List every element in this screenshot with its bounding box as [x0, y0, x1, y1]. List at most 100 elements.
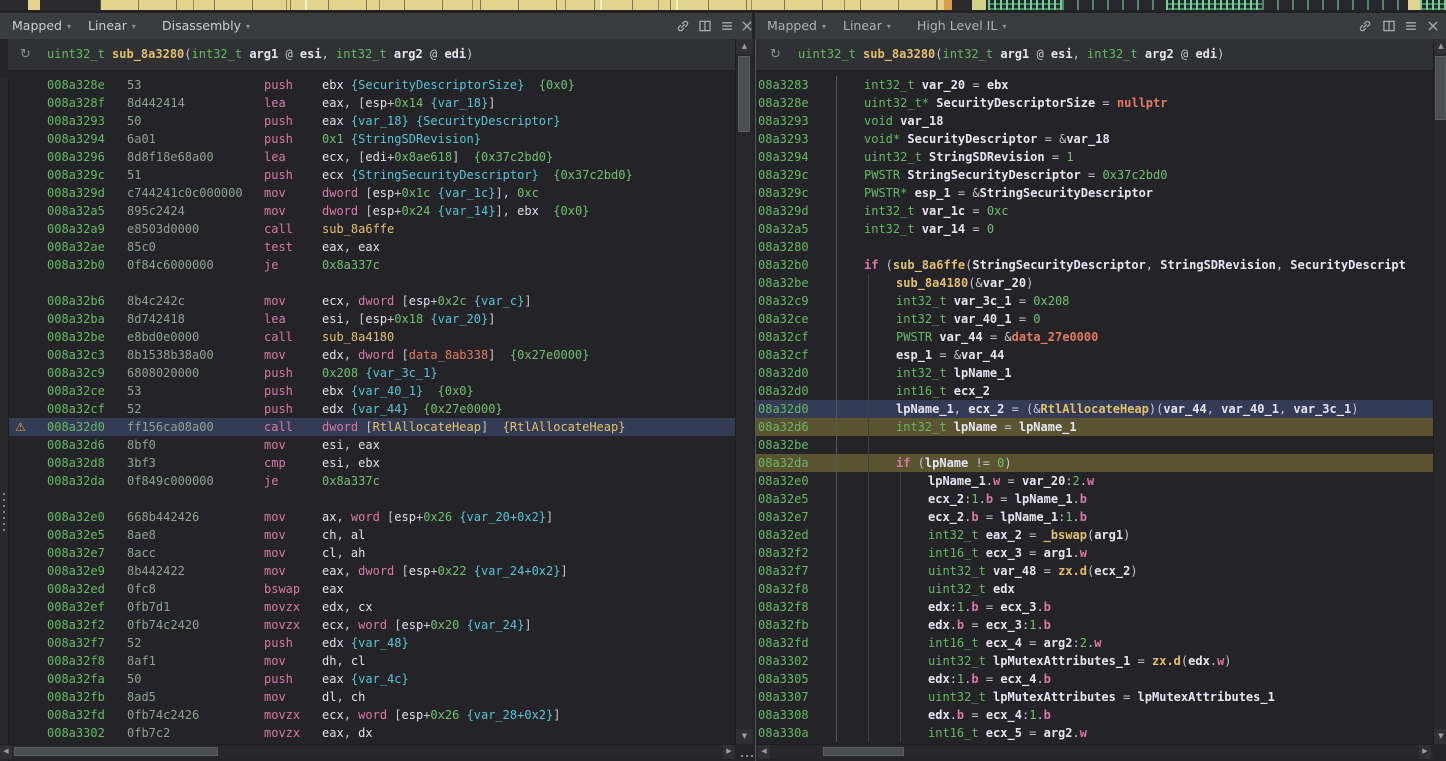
hlil-row[interactable]: 08a3305edx:1.b = ecx_4.b — [756, 670, 1433, 688]
disasm-row[interactable]: 008a32f88af1movdh, cl — [8, 652, 735, 670]
disasm-row[interactable]: 008a32b68b4c242cmovecx, dword [esp+0x2c … — [8, 292, 735, 310]
scroll-up-button[interactable]: ▲ — [736, 39, 753, 54]
hlil-row[interactable]: 08a3283int32_t var_20 = ebx — [756, 76, 1433, 94]
disasm-row[interactable] — [8, 490, 735, 508]
hlil-row[interactable]: 08a329cPWSTR StringSecurityDescriptor = … — [756, 166, 1433, 184]
split-pane-icon[interactable] — [1382, 19, 1396, 33]
hlil-row[interactable]: 08a32be — [756, 436, 1433, 454]
menu-icon[interactable] — [1404, 19, 1418, 33]
disasm-row[interactable]: 008a32cf52pushedx {var_44} {0x27e0000} — [8, 400, 735, 418]
hlil-row[interactable]: 08a32fbedx.b = ecx_3:1.b — [756, 616, 1433, 634]
disasm-row[interactable]: 008a329dc744241c0c000000movdword [esp+0x… — [8, 184, 735, 202]
horizontal-scrollbar-handle[interactable] — [823, 747, 904, 756]
disasm-row[interactable]: 008a32e78accmovcl, ah — [8, 544, 735, 562]
scroll-left-button[interactable]: ◀ — [758, 745, 770, 759]
scroll-right-button[interactable]: ▶ — [723, 745, 735, 759]
hlil-row[interactable]: 08a32b0if (sub_8a6ffe(StringSecurityDesc… — [756, 256, 1433, 274]
hlil-row[interactable]: 08a32cfesp_1 = &var_44 — [756, 346, 1433, 364]
disasm-row[interactable]: 008a32ce53pushebx {var_40_1} {0x0} — [8, 382, 735, 400]
hlil-row[interactable]: 08a3293void var_18 — [756, 112, 1433, 130]
hlil-row[interactable]: 08a32c9int32_t var_3c_1 = 0x208 — [756, 292, 1433, 310]
scroll-up-button[interactable]: ▲ — [1434, 39, 1446, 54]
disasm-row[interactable]: ⚠008a32d0ff156ca08a00calldword [RtlAlloc… — [8, 418, 735, 436]
hlil-row[interactable]: 08a32edint32_t eax_2 = _bswap(arg1) — [756, 526, 1433, 544]
disasm-row[interactable]: 008a32ed0fc8bswapeax — [8, 580, 735, 598]
hlil-row[interactable]: 08a3308edx.b = ecx_4:1.b — [756, 706, 1433, 724]
disasm-row[interactable]: 008a329c51pushecx {StringSecurityDescrip… — [8, 166, 735, 184]
reanalyze-icon[interactable]: ↻ — [20, 39, 31, 70]
disasm-row[interactable]: 008a32968d8f18e68a00leaecx, [edi+0x8ae61… — [8, 148, 735, 166]
horizontal-scrollbar-handle[interactable] — [14, 747, 218, 756]
hlil-row[interactable]: 08a32besub_8a4180(&var_20) — [756, 274, 1433, 292]
function-signature-row[interactable]: ↻ uint32_t sub_8a3280(int32_t arg1 @ esi… — [8, 39, 735, 71]
feature-map[interactable] — [0, 0, 1446, 10]
splitter-grip[interactable] — [741, 755, 755, 757]
disasm-row[interactable]: 008a32e0668b442426movax, word [esp+0x26 … — [8, 508, 735, 526]
hlil-row[interactable]: 08a32e0lpName_1.w = var_20:2.w — [756, 472, 1433, 490]
reanalyze-icon[interactable]: ↻ — [770, 39, 781, 70]
hlil-row[interactable]: 08a32fdint16_t ecx_4 = arg2:2.w — [756, 634, 1433, 652]
hlil-row[interactable]: 08a32d0int16_t ecx_2 — [756, 382, 1433, 400]
hlil-row[interactable]: 08a32f8edx:1.b = ecx_3.b — [756, 598, 1433, 616]
hlil-row[interactable]: 08a32a5int32_t var_14 = 0 — [756, 220, 1433, 238]
disasm-row[interactable]: 008a32e58ae8movch, al — [8, 526, 735, 544]
disasm-row[interactable]: 008a32fd0fb74c2426movzxecx, word [esp+0x… — [8, 706, 735, 724]
disasm-row[interactable]: 008a32ef0fb7d1movzxedx, cx — [8, 598, 735, 616]
hlil-row[interactable]: 08a3307uint32_t lpMutexAttributes = lpMu… — [756, 688, 1433, 706]
sync-link-icon[interactable] — [1358, 19, 1372, 33]
disasm-row[interactable]: 008a32e98b442422moveax, dword [esp+0x22 … — [8, 562, 735, 580]
il-mode-dropdown[interactable]: High Level IL▾ — [917, 13, 1006, 39]
close-icon[interactable] — [740, 19, 754, 33]
disasm-row[interactable]: 008a32c96808020000push0x208 {var_3c_1} — [8, 364, 735, 382]
scroll-down-button[interactable]: ▼ — [736, 729, 753, 744]
scroll-right-button[interactable]: ▶ — [1419, 745, 1431, 759]
hlil-row[interactable]: 08a32f2int16_t ecx_3 = arg1.w — [756, 544, 1433, 562]
scroll-left-button[interactable]: ◀ — [0, 745, 12, 759]
disasm-row[interactable]: 008a328f8d442414leaeax, [esp+0x14 {var_1… — [8, 94, 735, 112]
hlil-row[interactable]: 08a3294uint32_t StringSDRevision = 1 — [756, 148, 1433, 166]
hlil-row[interactable]: 08a329dint32_t var_1c = 0xc — [756, 202, 1433, 220]
disasm-row[interactable] — [8, 274, 735, 292]
hlil-row[interactable]: 08a32e5ecx_2:1.b = lpName_1.b — [756, 490, 1433, 508]
disasm-row[interactable]: 008a32a9e8503d0000callsub_8a6ffe — [8, 220, 735, 238]
hlil-row[interactable]: 08a32d0int32_t lpName_1 — [756, 364, 1433, 382]
split-pane-icon[interactable] — [698, 19, 712, 33]
close-icon[interactable] — [1426, 19, 1440, 33]
disasm-row[interactable]: 008a32c38b1538b38a00movedx, dword [data_… — [8, 346, 735, 364]
disasm-row[interactable]: 008a32d83bf3cmpesi, ebx — [8, 454, 735, 472]
hlil-row[interactable]: 08a32d6int32_t lpName = lpName_1 — [756, 418, 1433, 436]
hlil-row[interactable]: 08a330aint16_t ecx_5 = arg2.w — [756, 724, 1433, 742]
disasm-row[interactable]: 008a328e53pushebx {SecurityDescriptorSiz… — [8, 76, 735, 94]
sync-link-icon[interactable] — [676, 19, 690, 33]
disasm-row[interactable]: 008a32fa50pusheax {var_4c} — [8, 670, 735, 688]
hlil-row[interactable]: 08a32d0lpName_1, ecx_2 = (&RtlAllocateHe… — [756, 400, 1433, 418]
menu-icon[interactable] — [720, 19, 734, 33]
disasm-row[interactable]: 008a32f20fb74c2420movzxecx, word [esp+0x… — [8, 616, 735, 634]
disasm-row[interactable]: 008a32ba8d742418leaesi, [esp+0x18 {var_2… — [8, 310, 735, 328]
hlil-row[interactable]: 08a3302uint32_t lpMutexAttributes_1 = zx… — [756, 652, 1433, 670]
function-signature-row[interactable]: ↻ uint32_t sub_8a3280(int32_t arg1 @ esi… — [756, 39, 1433, 71]
disasm-row[interactable]: 008a32d68bf0movesi, eax — [8, 436, 735, 454]
layout-dropdown[interactable]: Linear▾ — [843, 13, 891, 39]
hlil-row[interactable]: 08a3280 — [756, 238, 1433, 256]
vertical-scrollbar[interactable]: ▲ ▼ — [1433, 39, 1446, 744]
disasm-row[interactable]: 008a329350pusheax {var_18} {SecurityDesc… — [8, 112, 735, 130]
horizontal-scrollbar[interactable]: ◀ ▶ — [0, 744, 735, 759]
vertical-scrollbar[interactable]: ▲ ▼ — [735, 39, 753, 744]
hlil-row[interactable]: 08a32ceint32_t var_40_1 = 0 — [756, 310, 1433, 328]
hlil-row[interactable]: 08a32f7uint32_t var_48 = zx.d(ecx_2) — [756, 562, 1433, 580]
hlil-row[interactable]: 08a32e7ecx_2.b = lpName_1:1.b — [756, 508, 1433, 526]
disasm-row[interactable]: 008a33020fb7c2movzxeax, dx — [8, 724, 735, 742]
disasm-row[interactable]: 008a32946a01push0x1 {StringSDRevision} — [8, 130, 735, 148]
left-sidebar-splitter[interactable] — [0, 78, 9, 761]
hlil-row[interactable]: 08a32daif (lpName != 0) — [756, 454, 1433, 472]
layout-dropdown[interactable]: Linear▾ — [88, 13, 136, 39]
il-mode-dropdown[interactable]: Disassembly▾ — [162, 13, 250, 39]
view-dropdown[interactable]: Mapped▾ — [12, 13, 71, 39]
disasm-row[interactable]: 008a32a5895c2424movdword [esp+0x24 {var_… — [8, 202, 735, 220]
hlil-row[interactable]: 08a32cfPWSTR var_44 = &data_27e0000 — [756, 328, 1433, 346]
view-dropdown[interactable]: Mapped▾ — [767, 13, 826, 39]
vertical-scrollbar-handle[interactable] — [1435, 56, 1446, 120]
disasm-row[interactable]: 008a32f752pushedx {var_48} — [8, 634, 735, 652]
splitter-grip[interactable] — [3, 489, 5, 531]
